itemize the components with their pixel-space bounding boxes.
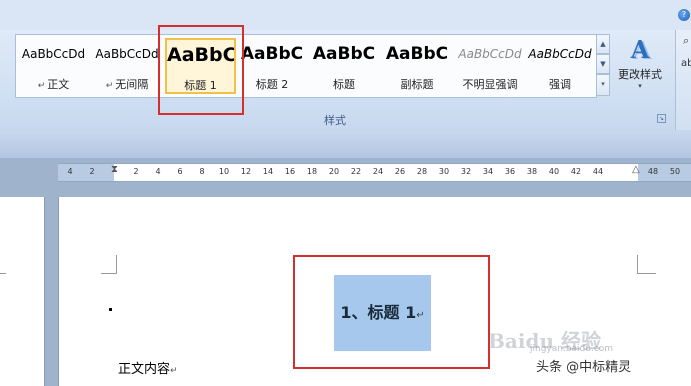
ruler-tick: 4 (155, 167, 161, 176)
ruler-tick: 28 (416, 167, 428, 176)
previous-page (0, 197, 45, 386)
ruler-tick: 20 (328, 167, 340, 176)
style-sample: AaBbC (312, 44, 376, 64)
ruler-tick: 24 (372, 167, 384, 176)
style-sample: AaBbCcDd (458, 47, 522, 61)
ruler-tick: 12 (240, 167, 252, 176)
ruler-tick: 44 (592, 167, 604, 176)
change-styles-icon: A (630, 35, 650, 64)
source-credit: 头条 @中标精灵 (536, 360, 632, 375)
style-sample: AaBbCcDd (21, 47, 86, 61)
ruler-tick: 8 (199, 167, 205, 176)
styles-gallery: AaBbCcDd ↵ 正文 AaBbCcDd ↵ 无间隔 AaBbC 标题 1 Aa… (15, 34, 597, 98)
ruler-tick: 50 (669, 167, 681, 176)
replace-icon[interactable]: ab (681, 58, 691, 69)
change-styles-label: 更改样式 (618, 68, 662, 81)
ruler-tick: 26 (394, 167, 406, 176)
margin-corner-mark (637, 255, 656, 274)
ruler-tick: 14 (262, 167, 274, 176)
style-label: 标题 2 (255, 78, 289, 91)
style-sample: AaBbC (240, 44, 304, 64)
chevron-down-icon: ▾ (638, 82, 642, 90)
style-sample: AaBbC (385, 44, 449, 64)
ribbon: ? AaBbCcDd ↵ 正文 AaBbCcDd ↵ 无间隔 AaBbC 标题 1 … (0, 0, 691, 135)
ruler-tick: 2 (133, 167, 139, 176)
style-label: 不明显强调 (462, 78, 518, 91)
horizontal-ruler[interactable]: ⧗ △ 4 2 2 4 6 8 10 12 14 16 18 20 22 24 … (58, 163, 691, 182)
style-label: 标题 (333, 78, 355, 91)
ruler-tick: 48 (647, 167, 659, 176)
style-heading-2[interactable]: AaBbC 标题 2 (238, 38, 306, 94)
ruler-tick: 6 (177, 167, 183, 176)
style-no-spacing[interactable]: AaBbCcDd ↵ 无间隔 (92, 38, 162, 94)
scroll-down-icon[interactable]: ▼ (596, 54, 610, 74)
ruler-tick: 10 (218, 167, 230, 176)
highlight-box-style (158, 25, 244, 115)
ruler-tick: 38 (526, 167, 538, 176)
ruler-right-margin (638, 164, 691, 181)
ruler-tick: 42 (570, 167, 582, 176)
paragraph-mark-icon: ↵ (37, 81, 46, 91)
ruler-tick: 34 (482, 167, 494, 176)
ruler-tick: 32 (460, 167, 472, 176)
styles-group-caption: 样式 (324, 114, 346, 127)
style-emphasis[interactable]: AaBbCcDd 强调 (526, 38, 594, 94)
style-title[interactable]: AaBbC 标题 (309, 38, 379, 94)
find-icon[interactable]: ⌕ (683, 34, 689, 48)
style-label: 强调 (549, 78, 571, 91)
body-paragraph[interactable]: 正文内容↵ (118, 358, 178, 377)
margin-corner-mark (0, 259, 6, 274)
style-label: 副标题 (400, 78, 434, 91)
ruler-tick: 2 (89, 167, 95, 176)
ruler-tick: 16 (284, 167, 296, 176)
gallery-scroller: ▲ ▼ ▾ (596, 34, 610, 96)
style-label: 无间隔 (115, 78, 149, 91)
body-text: 正文内容 (118, 362, 171, 377)
watermark-url: jingyan.baidu.com (530, 344, 614, 354)
style-subtle-emphasis[interactable]: AaBbCcDd 不明显强调 (455, 38, 525, 94)
gallery-more-icon[interactable]: ▾ (596, 74, 610, 96)
ribbon-tab-strip (0, 0, 691, 30)
ruler-tick: 40 (548, 167, 560, 176)
scroll-up-icon[interactable]: ▲ (596, 34, 610, 54)
paragraph-mark-icon: ↵ (170, 366, 178, 376)
right-indent-icon[interactable]: △ (632, 164, 640, 175)
style-subtitle[interactable]: AaBbC 副标题 (382, 38, 452, 94)
style-sample: AaBbCcDd (95, 47, 159, 61)
ruler-left-margin (58, 164, 114, 181)
ruler-tick: 30 (438, 167, 450, 176)
style-normal[interactable]: AaBbCcDd ↵ 正文 (18, 38, 89, 94)
ribbon-separator (0, 134, 691, 158)
bullet-mark (109, 308, 112, 311)
margin-corner-mark (101, 255, 117, 274)
style-sample: AaBbCcDd (528, 47, 592, 61)
highlight-box-heading (293, 255, 490, 369)
ruler-tick: 36 (504, 167, 516, 176)
change-styles-button[interactable]: A 更改样式 ▾ (612, 34, 668, 100)
left-indent-icon[interactable]: ⧗ (111, 164, 118, 175)
style-label: 正文 (47, 78, 70, 91)
paragraph-mark-icon: ↵ (105, 81, 114, 91)
help-icon[interactable]: ? (678, 9, 690, 21)
dialog-launcher-icon[interactable]: ↘ (657, 114, 666, 123)
ruler-tick: 22 (350, 167, 362, 176)
ruler-tick: 4 (67, 167, 73, 176)
ruler-tick: 18 (306, 167, 318, 176)
